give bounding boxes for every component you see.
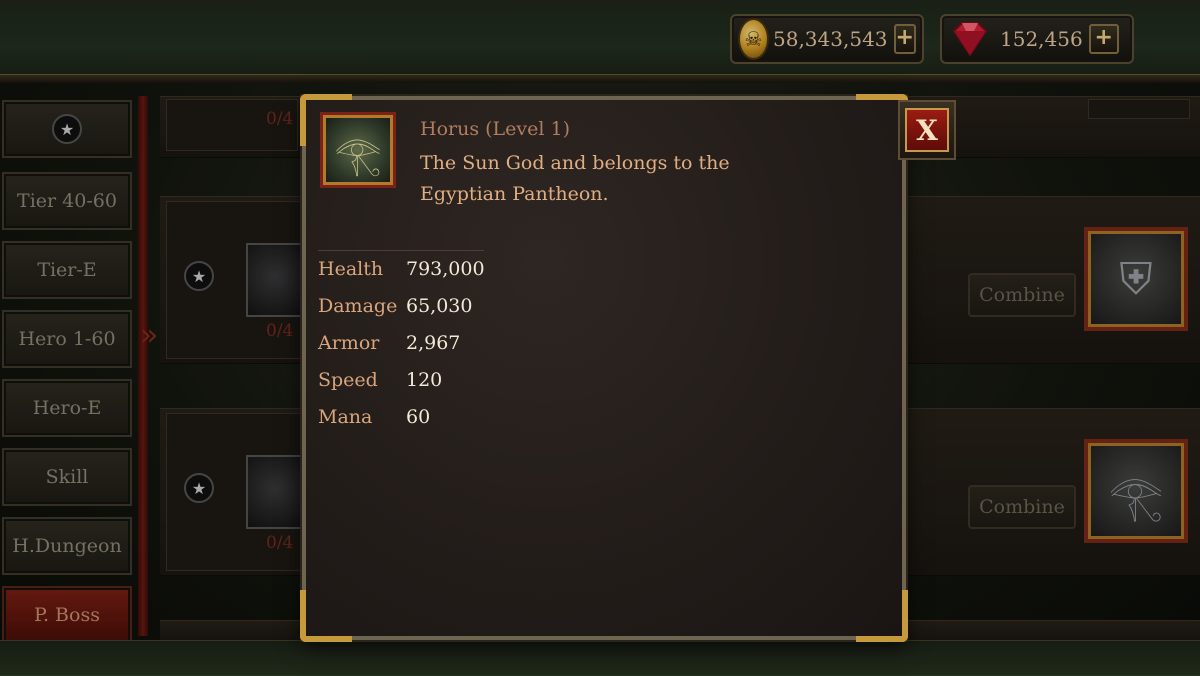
- close-icon[interactable]: X: [905, 108, 949, 152]
- stat-label: Mana: [318, 406, 373, 428]
- stat-label: Health: [318, 258, 384, 280]
- hero-description: The Sun God and belongs to the Egyptian …: [420, 152, 730, 205]
- close-button[interactable]: X: [898, 100, 956, 160]
- stat-label: Speed: [318, 369, 378, 391]
- frame-corner: [300, 590, 352, 642]
- stat-label: Armor: [318, 332, 380, 354]
- hero-title: Horus (Level 1): [420, 118, 570, 140]
- stat-value: 60: [406, 406, 431, 428]
- stat-value: 120: [406, 369, 443, 391]
- stat-label: Damage: [318, 295, 398, 317]
- stat-value: 793,000: [406, 258, 485, 280]
- horus-figure-icon: 𓂀: [334, 133, 382, 177]
- stat-value: 2,967: [406, 332, 461, 354]
- stat-value: 65,030: [406, 295, 473, 317]
- divider: [318, 250, 484, 251]
- hero-info-dialog: 𓂀 Horus (Level 1) The Sun God and belong…: [300, 94, 908, 642]
- hero-portrait: 𓂀: [320, 112, 396, 188]
- frame-corner: [856, 590, 908, 642]
